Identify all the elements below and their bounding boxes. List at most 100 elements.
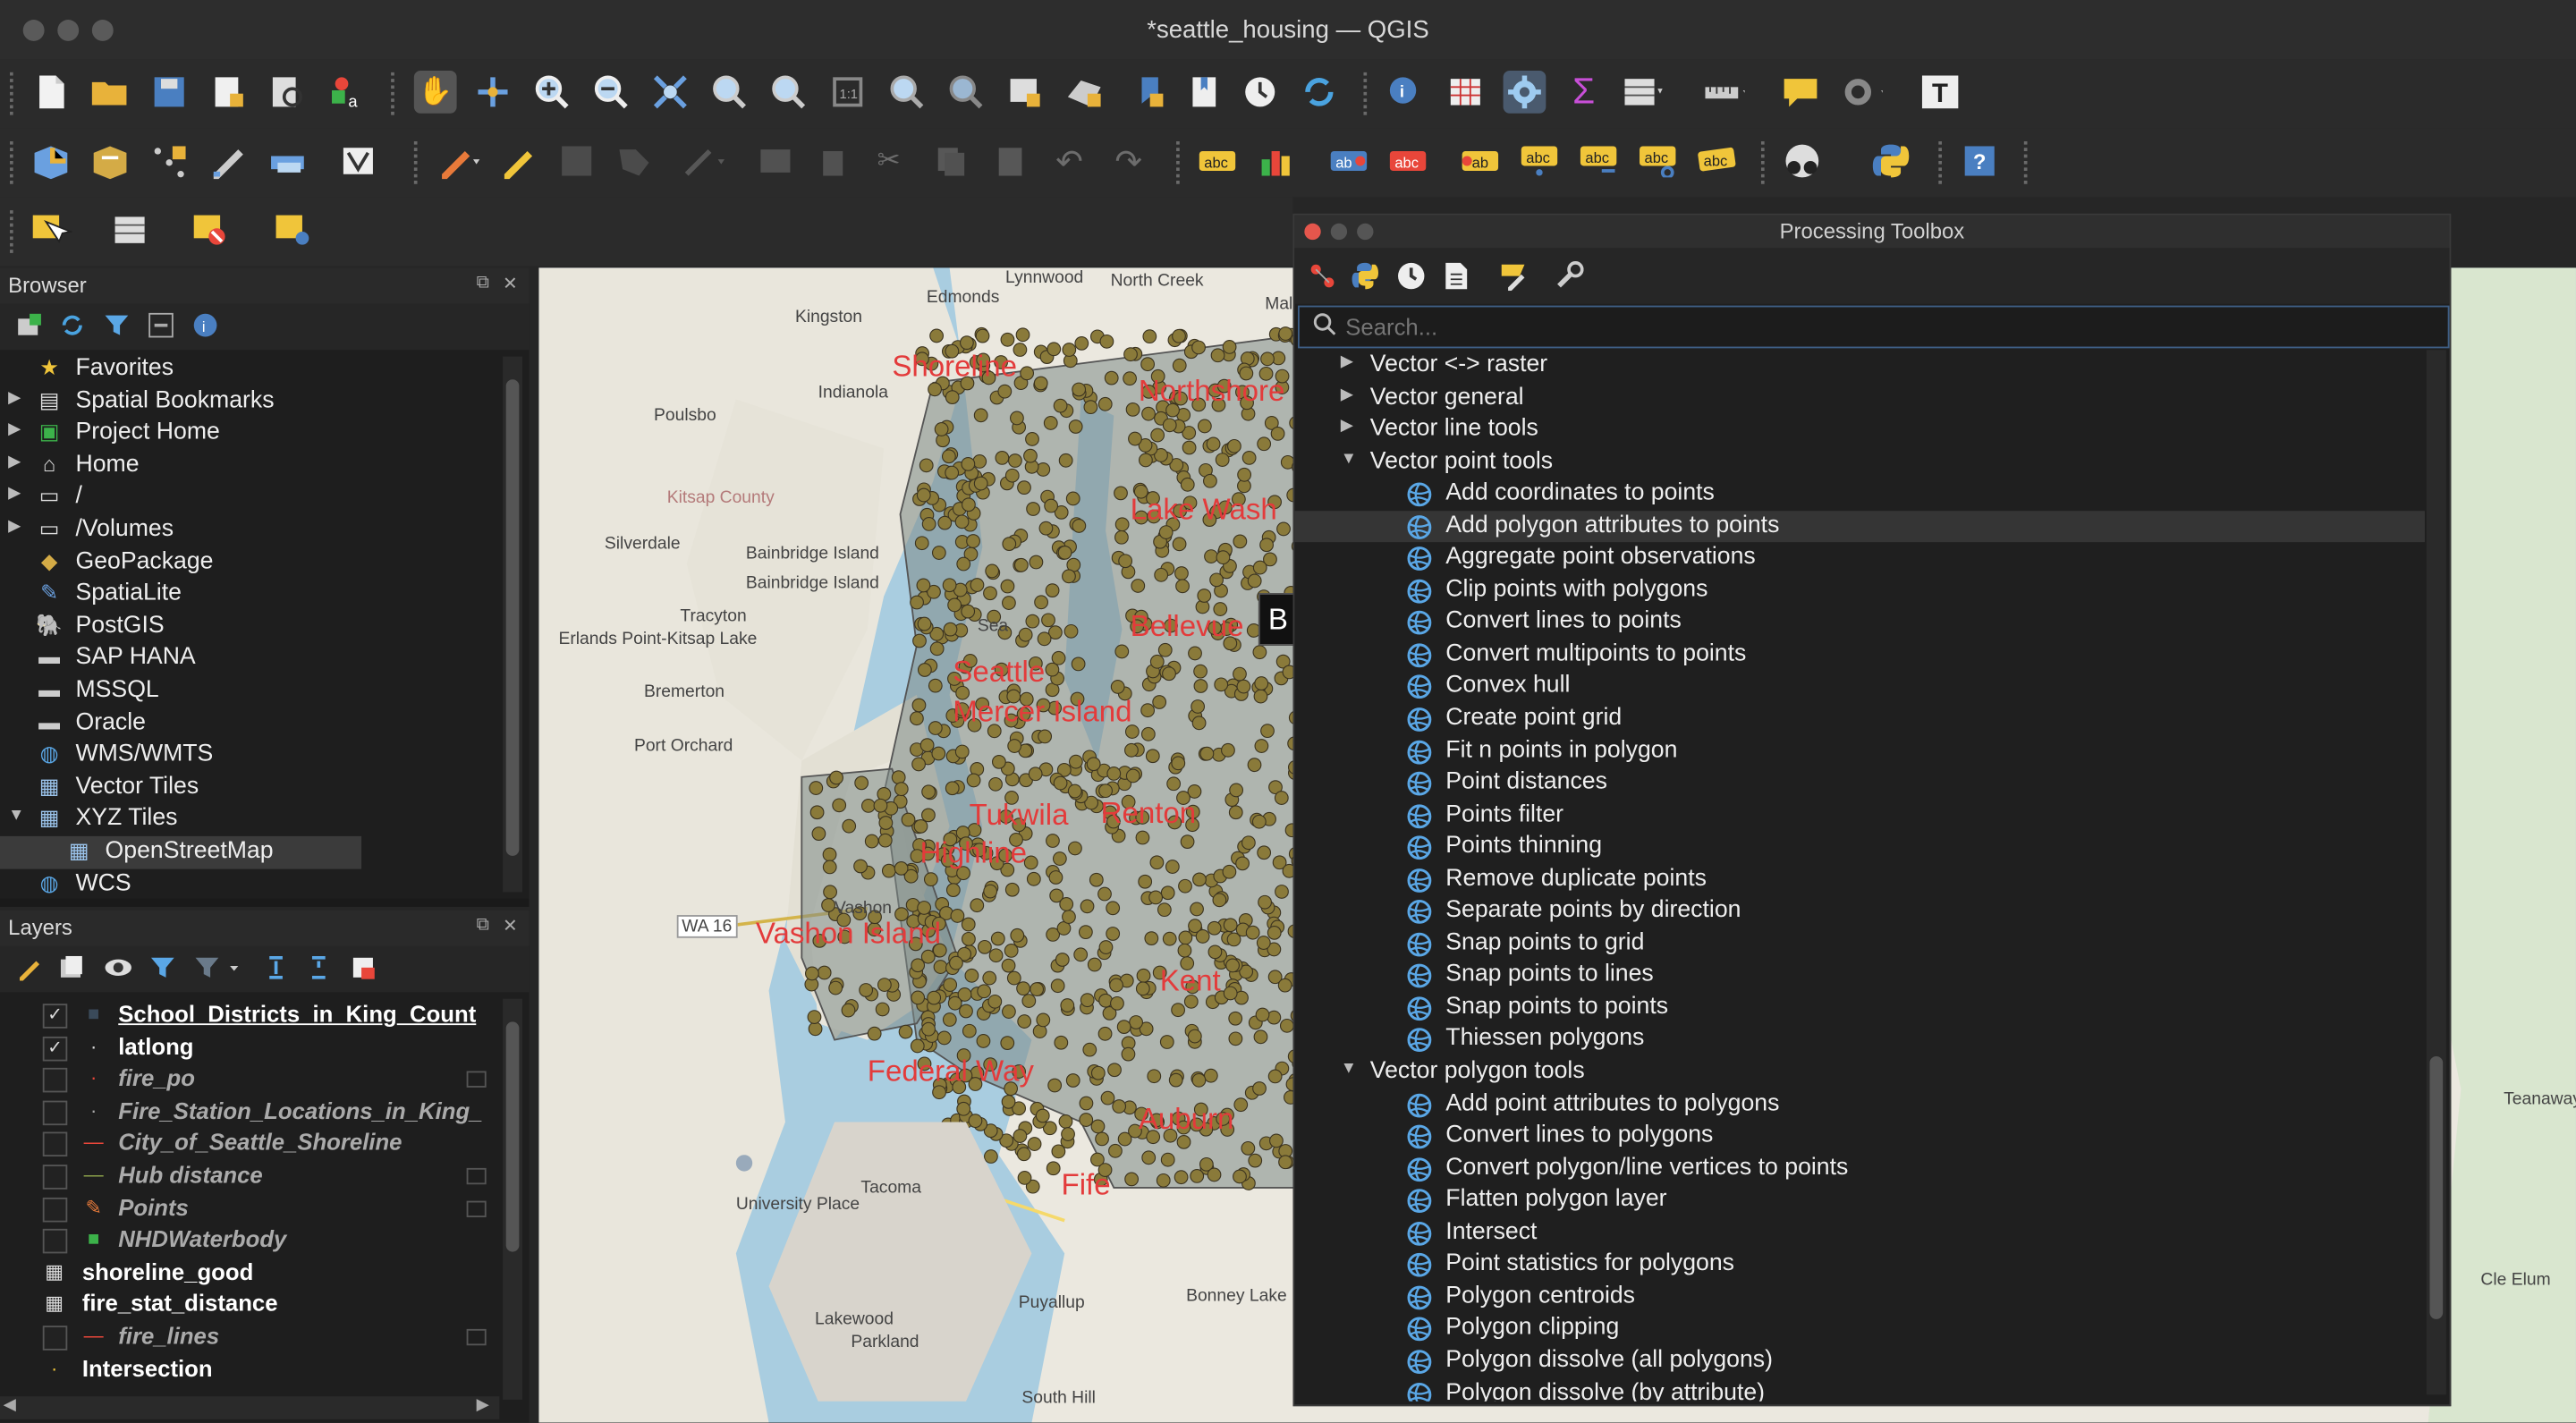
browser-item[interactable]: ▬ Oracle <box>0 707 499 740</box>
algorithm-item[interactable]: Convert polygon/line vertices to points <box>1294 1153 2425 1185</box>
browser-item[interactable]: ▼ ▦ XYZ Tiles <box>0 804 499 836</box>
expand-arrow-icon[interactable]: ▶ <box>1341 418 1353 436</box>
highlight-pinned-labels-icon[interactable]: ab <box>1327 140 1370 182</box>
collapse-arrow-icon[interactable]: ▼ <box>8 807 24 825</box>
zoom-native-icon[interactable]: 1:1 <box>826 71 869 114</box>
modify-attributes-icon[interactable] <box>754 140 797 182</box>
statistics-summary-icon[interactable]: Σ <box>1563 71 1606 114</box>
zoom-to-selection-icon[interactable] <box>708 71 751 114</box>
change-label-icon[interactable]: abc <box>1695 140 1738 182</box>
layer-indicator-icon[interactable] <box>466 1328 487 1346</box>
algorithm-item[interactable]: Thiessen polygons <box>1294 1024 2425 1056</box>
history-icon[interactable] <box>1396 261 1426 296</box>
new-temporary-layer-icon[interactable] <box>148 140 191 182</box>
layer-visibility-checkbox[interactable]: ✓ <box>42 1036 68 1061</box>
layer-labeling-options-icon[interactable]: abc <box>1196 140 1239 182</box>
add-selected-layers-icon[interactable] <box>16 312 42 343</box>
paste-features-icon[interactable] <box>989 140 1032 182</box>
rotate-label-icon[interactable]: abc <box>1636 140 1679 182</box>
layer-visibility-checkbox[interactable] <box>42 1197 68 1222</box>
expand-arrow-icon[interactable]: ▶ <box>8 486 21 504</box>
cut-features-icon[interactable]: ✂ <box>868 140 911 182</box>
select-by-location-icon[interactable] <box>273 208 316 251</box>
browser-item[interactable]: ▶ ▭ / <box>0 482 499 514</box>
pan-map-icon[interactable]: ✋ <box>413 70 457 114</box>
algorithm-item[interactable]: Points filter <box>1294 800 2425 832</box>
collapse-all-icon[interactable] <box>148 312 174 343</box>
browser-scrollbar[interactable] <box>503 356 523 893</box>
show-bookmarks-icon[interactable] <box>1182 71 1225 114</box>
zoom-next-icon[interactable] <box>945 71 987 114</box>
browser-item[interactable]: ◍ WMS/WMTS <box>0 740 499 772</box>
algorithm-item[interactable]: Aggregate point observations <box>1294 543 2425 575</box>
layer-item[interactable]: — Hub distance <box>0 1160 499 1192</box>
collapse-arrow-icon[interactable]: ▼ <box>1341 1060 1357 1078</box>
attribute-table-icon[interactable] <box>1444 71 1487 114</box>
layer-item[interactable]: ✎ Points <box>0 1192 499 1224</box>
algorithm-item[interactable]: Add point attributes to polygons <box>1294 1088 2425 1121</box>
algorithm-item[interactable]: Point statistics for polygons <box>1294 1249 2425 1281</box>
new-3d-map-view-icon[interactable] <box>1063 71 1106 114</box>
copy-features-icon[interactable] <box>930 140 973 182</box>
options-icon[interactable] <box>1555 261 1584 296</box>
browser-item[interactable]: ✎ SpatiaLite <box>0 579 499 611</box>
algorithm-group[interactable]: ▶ Vector <-> raster <box>1294 350 2425 382</box>
style-manager-icon[interactable]: a <box>326 71 369 114</box>
toolbar-grip[interactable] <box>10 210 20 253</box>
toolbar-grip[interactable] <box>1363 72 1373 115</box>
refresh-icon[interactable] <box>1298 71 1341 114</box>
zoom-last-icon[interactable] <box>886 71 928 114</box>
scroll-right-icon[interactable]: ▶ <box>477 1396 489 1414</box>
algorithm-item[interactable]: Snap points to points <box>1294 992 2425 1024</box>
toolbar-grip[interactable] <box>10 72 20 115</box>
toolbar-grip[interactable] <box>1176 140 1186 184</box>
layer-visibility-checkbox[interactable] <box>42 1068 68 1093</box>
expand-arrow-icon[interactable]: ▶ <box>8 421 21 439</box>
temporal-controller-icon[interactable] <box>1239 71 1282 114</box>
decorations-icon[interactable] <box>1840 71 1883 114</box>
expand-arrow-icon[interactable]: ▶ <box>1341 385 1353 403</box>
panel-splitter[interactable] <box>0 898 530 907</box>
algorithm-item[interactable]: Convert lines to polygons <box>1294 1121 2425 1153</box>
layer-indicator-icon[interactable] <box>466 1071 487 1088</box>
zoom-full-icon[interactable] <box>648 71 691 114</box>
identify-features-icon[interactable]: i <box>1384 71 1427 114</box>
new-virtual-layer-icon[interactable] <box>267 140 309 182</box>
toolbar-grip[interactable] <box>1938 140 1948 184</box>
algorithm-item[interactable]: Points thinning <box>1294 832 2425 864</box>
show-hide-labels-icon[interactable]: abc <box>1518 140 1561 182</box>
close-panel-icon[interactable]: ✕ <box>503 915 518 936</box>
expand-all-icon[interactable] <box>263 954 289 986</box>
quickosm-icon[interactable] <box>1781 140 1824 182</box>
save-edits-icon[interactable] <box>555 140 598 182</box>
layer-styling-icon[interactable] <box>16 954 42 986</box>
layers-scrollbar[interactable] <box>503 998 523 1400</box>
redo-icon[interactable]: ↷ <box>1107 140 1150 182</box>
info-icon[interactable]: i <box>192 312 218 343</box>
toolbar-grip[interactable] <box>391 72 401 115</box>
browser-item[interactable]: ★ Favorites <box>0 353 499 385</box>
layer-item[interactable]: ■ NHDWaterbody <box>0 1224 499 1257</box>
move-label-icon[interactable]: abc <box>1577 140 1620 182</box>
undo-icon[interactable]: ↶ <box>1048 140 1091 182</box>
toolbox-search-input[interactable] <box>1342 310 2434 343</box>
scripts-icon[interactable] <box>1351 261 1380 296</box>
remove-layer-icon[interactable] <box>350 954 376 986</box>
toolbar-grip[interactable] <box>10 140 20 184</box>
models-icon[interactable] <box>1308 261 1337 296</box>
layer-indicator-icon[interactable] <box>466 1167 487 1185</box>
refresh-icon[interactable] <box>59 312 85 343</box>
browser-item[interactable]: ▶ ⌂ Home <box>0 450 499 482</box>
algorithm-item[interactable]: Convert multipoints to points <box>1294 639 2425 671</box>
collapse-all-icon[interactable] <box>306 954 332 986</box>
new-print-layout-icon[interactable] <box>207 71 250 114</box>
browser-item[interactable]: ▬ MSSQL <box>0 675 499 707</box>
new-project-icon[interactable] <box>30 71 72 114</box>
browser-item[interactable]: ▶ ▣ Project Home <box>0 418 499 450</box>
browser-item[interactable]: ▶ ▭ /Volumes <box>0 514 499 546</box>
toolbar-grip[interactable] <box>2023 140 2034 184</box>
manage-map-themes-icon[interactable] <box>104 954 133 986</box>
select-by-value-icon[interactable] <box>112 208 155 251</box>
algorithm-item[interactable]: Polygon centroids <box>1294 1281 2425 1313</box>
toolbox-scrollbar[interactable] <box>2426 350 2446 1395</box>
